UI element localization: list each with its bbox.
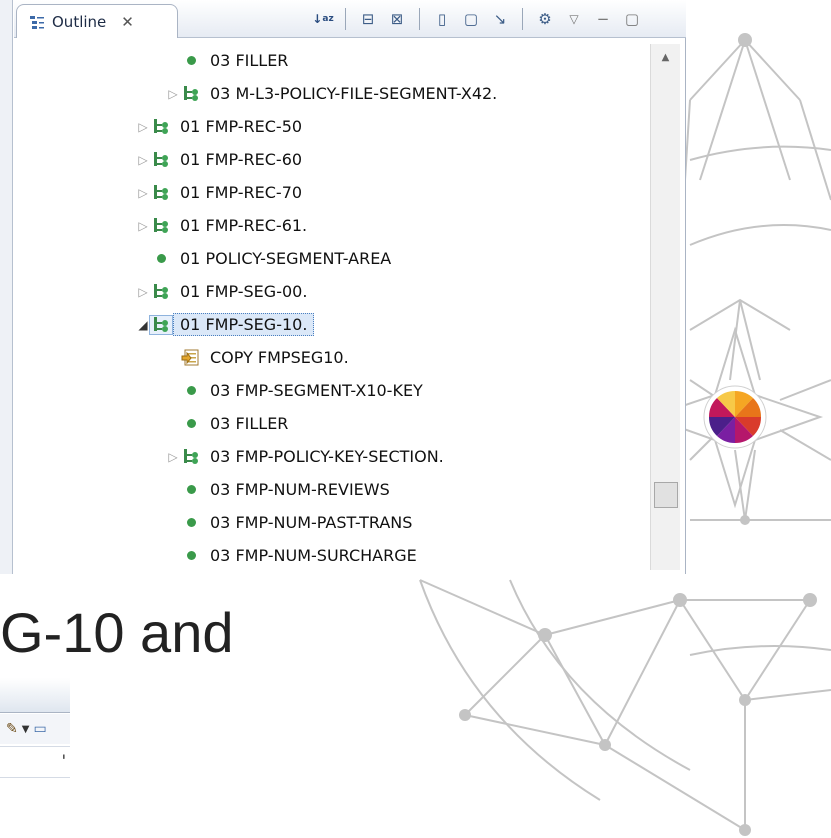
tree-item[interactable]: ▷ 01 FMP-REC-50	[14, 110, 649, 143]
tree-item[interactable]: ▷ 01 FMP-SEG-00.	[14, 275, 649, 308]
toolbar-separator	[345, 8, 346, 30]
group-tree-icon	[180, 448, 202, 466]
window-icon[interactable]: ▭	[33, 721, 46, 737]
tree-item[interactable]: ▷ 01 FMP-REC-60	[14, 143, 649, 176]
editor-field-fragment[interactable]: '	[0, 746, 70, 778]
group-tree-icon	[150, 118, 172, 136]
tree-item[interactable]: 01 POLICY-SEGMENT-AREA	[14, 242, 649, 275]
field-icon	[180, 386, 202, 395]
expand-arrow-icon[interactable]: ▷	[136, 153, 150, 167]
tree-item[interactable]: 03 FILLER	[14, 407, 649, 440]
field-icon	[180, 551, 202, 560]
hide-static-icon[interactable]: ↘	[487, 6, 513, 32]
toolbar-separator	[522, 8, 523, 30]
dropdown-arrow-icon[interactable]: ▼	[22, 724, 30, 735]
tree-item[interactable]: 03 FMP-NUM-PAST-TRANS	[14, 506, 649, 539]
expand-arrow-icon[interactable]: ▷	[136, 186, 150, 200]
group-tree-icon	[150, 217, 172, 235]
pencil-icon[interactable]: ✎	[6, 721, 18, 737]
tree-item[interactable]: ▷ 03 M-L3-POLICY-FILE-SEGMENT-X42.	[14, 77, 649, 110]
scroll-up-arrow-icon[interactable]: ▲	[651, 52, 680, 63]
tab-outline[interactable]: Outline ✕	[16, 4, 178, 38]
tree-item-label: 03 FMP-NUM-REVIEWS	[210, 480, 390, 499]
field-icon	[180, 485, 202, 494]
expand-arrow-icon[interactable]: ▷	[166, 450, 180, 464]
expand-arrow-icon[interactable]: ▷	[136, 219, 150, 233]
maximize-icon[interactable]: ▢	[619, 6, 645, 32]
adjacent-view-edge	[0, 0, 13, 574]
tree-item-label: 03 FMP-NUM-SURCHARGE	[210, 546, 417, 565]
group-tree-icon	[150, 283, 172, 301]
tree-item[interactable]: 03 FILLER	[14, 44, 649, 77]
sort-az-icon[interactable]: ↓ a z	[310, 6, 336, 32]
tree-item-label: 03 FILLER	[210, 414, 289, 433]
slide-body-text: G-10 and	[0, 601, 234, 664]
tree-item-label: 03 FMP-POLICY-KEY-SECTION.	[210, 447, 444, 466]
tree-item[interactable]: ▷ 03 FMP-POLICY-KEY-SECTION.	[14, 440, 649, 473]
view-menu-chevron-down-icon[interactable]: ▽	[561, 6, 587, 32]
collapse-arrow-icon[interactable]: ◢	[136, 318, 150, 332]
link-with-editor-icon[interactable]: ⚙	[532, 6, 558, 32]
tree-item[interactable]: COPY FMPSEG10.	[14, 341, 649, 374]
view-tab-strip: Outline ✕ ↓ a z ⊟ ⊠ ▯ ▢ ↘ ⚙ ▽ − ▢	[14, 0, 686, 38]
view-toolbar: ↓ a z ⊟ ⊠ ▯ ▢ ↘ ⚙ ▽ − ▢	[310, 4, 645, 34]
collapse-all-icon[interactable]: ⊟	[355, 6, 381, 32]
expand-arrow-icon[interactable]: ▷	[136, 120, 150, 134]
hide-fields-icon[interactable]: ▯	[429, 6, 455, 32]
field-text: '	[61, 751, 66, 770]
minimize-icon[interactable]: −	[590, 6, 616, 32]
tree-item[interactable]: ▷ 01 FMP-REC-61.	[14, 209, 649, 242]
editor-toolbar-buttons: ✎ ▼ ▭	[0, 714, 70, 744]
hide-nonpublic-icon[interactable]: ▢	[458, 6, 484, 32]
tree-item-label: 01 FMP-REC-70	[180, 183, 303, 202]
field-icon	[180, 518, 202, 527]
tree-item-label: 01 FMP-REC-61.	[180, 216, 308, 235]
outline-view: Outline ✕ ↓ a z ⊟ ⊠ ▯ ▢ ↘ ⚙ ▽ − ▢ 03 FILLE…	[0, 0, 686, 574]
tree-item[interactable]: 03 FMP-SEGMENT-X10-KEY	[14, 374, 649, 407]
group-tree-icon	[149, 314, 173, 335]
tree-item-label: 03 FMP-SEGMENT-X10-KEY	[210, 381, 423, 400]
tree-item-label: 03 FMP-NUM-PAST-TRANS	[210, 513, 413, 532]
editor-tab-fragment	[0, 678, 70, 713]
group-tree-icon	[180, 85, 202, 103]
tree-item[interactable]: ▷03 FMP-POLICY-INFO-SECTION.	[14, 572, 649, 574]
tree-item-label: 01 POLICY-SEGMENT-AREA	[180, 249, 392, 268]
expand-arrow-icon[interactable]: ▷	[136, 285, 150, 299]
close-icon[interactable]: ✕	[121, 13, 134, 31]
group-tree-icon	[150, 184, 172, 202]
field-icon	[150, 254, 172, 263]
outline-icon	[30, 15, 44, 29]
group-tree-icon	[150, 151, 172, 169]
vertical-scrollbar[interactable]: ▲	[650, 44, 680, 570]
editor-toolbar-fragment: ✎ ▼ ▭ '	[0, 678, 70, 778]
tree-item[interactable]: ▷ 01 FMP-REC-70	[14, 176, 649, 209]
filter-icon[interactable]: ⊠	[384, 6, 410, 32]
expand-arrow-icon[interactable]: ▷	[166, 87, 180, 101]
field-icon	[180, 56, 202, 65]
tree-item[interactable]: 03 FMP-NUM-REVIEWS	[14, 473, 649, 506]
tree-item-label: 01 FMP-REC-50	[180, 117, 303, 136]
copybook-icon	[180, 349, 202, 367]
toolbar-separator	[419, 8, 420, 30]
tree-item-label: 01 FMP-REC-60	[180, 150, 303, 169]
tree-item-label: 01 FMP-SEG-00.	[180, 282, 308, 301]
tree-item-label: 03 M-L3-POLICY-FILE-SEGMENT-X42.	[210, 84, 498, 103]
scrollbar-thumb[interactable]	[654, 482, 678, 508]
logo-pinwheel-icon	[703, 385, 767, 449]
tree-item-label: 03 FILLER	[210, 51, 289, 70]
tree-item[interactable]: 03 FMP-NUM-SURCHARGE	[14, 539, 649, 572]
outline-tree: 03 FILLER ▷ 03 M-L3-POLICY-FILE-SEGMENT-X4…	[14, 44, 649, 574]
tree-item-label: 01 FMP-SEG-10.	[173, 313, 315, 336]
tree-item[interactable]: ◢ 01 FMP-SEG-10.	[14, 308, 649, 341]
tab-outline-label: Outline	[52, 12, 107, 31]
field-icon	[180, 419, 202, 428]
tree-item-label: COPY FMPSEG10.	[210, 348, 349, 367]
